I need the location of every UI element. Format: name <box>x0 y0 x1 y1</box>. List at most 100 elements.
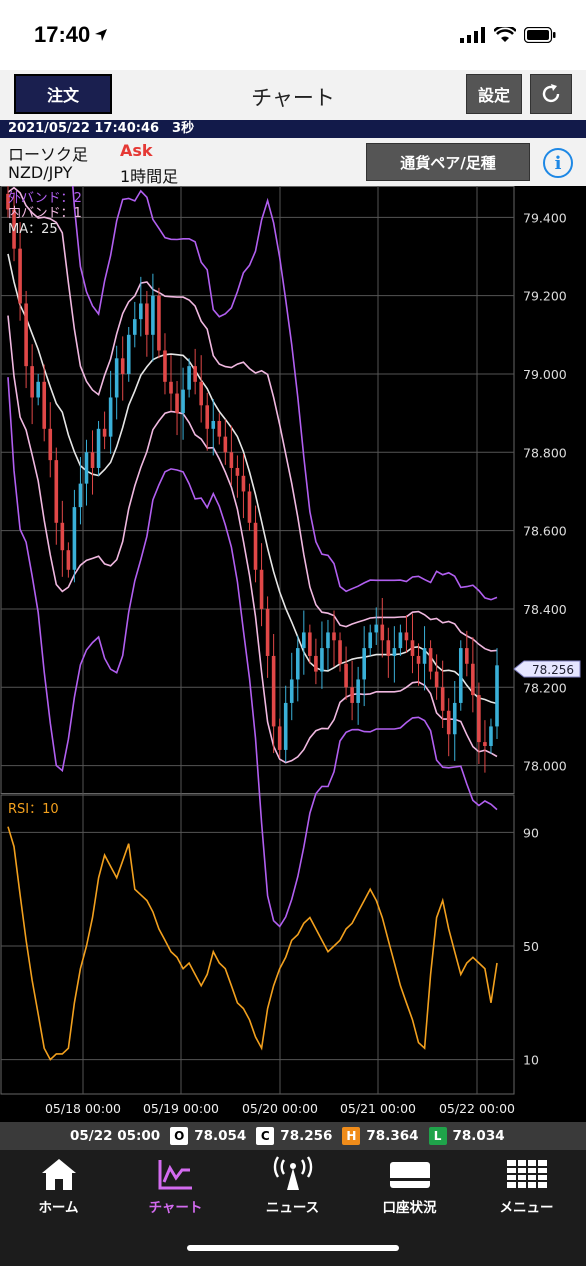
candle-body <box>108 397 113 437</box>
rsi-tick-label: 10 <box>523 1053 539 1068</box>
candle-body <box>175 393 179 414</box>
candle-body <box>489 726 493 747</box>
pair-timeframe-button[interactable]: 通貨ペア/足種 <box>366 143 530 181</box>
datetime-bar: 2021/05/22 17:40:46 3秒 <box>0 120 586 138</box>
low-tag: L <box>428 1127 447 1145</box>
candle-body <box>483 742 487 747</box>
status-bar: 17:40 <box>0 0 586 70</box>
low-value: 78.034 <box>452 1128 505 1144</box>
price-side-label[interactable]: Ask <box>120 141 153 160</box>
candle-body <box>169 381 173 394</box>
tab-chart[interactable]: チャート <box>117 1156 234 1220</box>
candle-body <box>193 366 197 382</box>
candle-body <box>241 475 246 492</box>
candle-body <box>181 389 185 414</box>
tab-account[interactable]: 口座状況 <box>351 1156 468 1220</box>
settings-button[interactable]: 設定 <box>466 74 522 114</box>
chart-icon <box>158 1160 192 1190</box>
ohlc-time: 05/22 05:00 <box>70 1128 161 1144</box>
current-price-marker: 78.256 <box>513 660 581 678</box>
tab-home-label: ホーム <box>38 1200 79 1216</box>
candle-body <box>338 640 342 664</box>
price-tick-label: 78.600 <box>523 524 567 539</box>
ohlc-bar: 05/22 05:00 O 78.054 C 78.256 H 78.364 L… <box>0 1122 586 1150</box>
candle-body <box>422 648 427 664</box>
candle-body <box>283 702 288 750</box>
candle-body <box>253 522 258 570</box>
ma-legend: MA：25 <box>8 222 58 237</box>
candle-body <box>289 679 294 703</box>
outer-band-legend: 外バンド：2 <box>8 191 82 206</box>
open-value: 78.054 <box>194 1128 247 1144</box>
candle-body <box>271 655 276 727</box>
candle-body <box>139 303 143 320</box>
candle-body <box>223 436 228 453</box>
candle-body <box>96 428 101 468</box>
info-button[interactable]: i <box>543 148 573 178</box>
candle-body <box>18 248 22 304</box>
time-tick-label: 05/18 00:00 <box>45 1101 121 1116</box>
candle-body <box>163 350 167 382</box>
candle-body <box>217 420 222 437</box>
price-tick-label: 78.200 <box>523 680 567 695</box>
candle-body <box>114 358 119 398</box>
menu-icon <box>506 1160 547 1188</box>
candle-body <box>416 655 421 664</box>
time-tick-label: 05/20 00:00 <box>242 1101 318 1116</box>
candle-body <box>362 648 366 680</box>
tab-news[interactable]: ニュース <box>234 1156 351 1220</box>
time-tick-label: 05/19 00:00 <box>143 1101 219 1116</box>
tab-menu[interactable]: メニュー <box>468 1156 585 1220</box>
candle-body <box>157 295 161 351</box>
candle-body <box>259 569 264 609</box>
candle-body <box>368 632 373 649</box>
home-indicator <box>187 1245 399 1251</box>
tab-home[interactable]: ホーム <box>0 1156 117 1220</box>
chart-type-label[interactable]: ローソク足 <box>8 141 88 165</box>
price-tick-label: 78.400 <box>523 602 567 617</box>
candle-body <box>30 366 34 398</box>
candle-body <box>332 632 336 641</box>
candle-body <box>102 428 107 437</box>
news-icon <box>273 1156 312 1190</box>
wifi-icon <box>494 27 516 42</box>
header: 注文 チャート 設定 <box>0 70 586 120</box>
candle-body <box>66 550 71 570</box>
price-tick-label: 78.800 <box>523 445 567 460</box>
candle-body <box>302 632 306 649</box>
candle-body <box>60 522 65 551</box>
candle-body <box>374 624 379 633</box>
close-value: 78.256 <box>280 1128 333 1144</box>
candle-body <box>404 632 409 641</box>
candle-body <box>446 710 451 735</box>
candle-body <box>277 726 282 750</box>
refresh-button[interactable] <box>530 74 572 114</box>
candle-body <box>145 303 149 335</box>
candle-body <box>471 663 475 696</box>
time-axis: 05/18 00:00 05/19 00:00 05/20 00:00 05/21 0… <box>45 1101 515 1116</box>
candle-body <box>132 319 137 335</box>
candle-body <box>428 648 433 672</box>
candle-body <box>151 295 155 335</box>
candle-body <box>495 665 499 727</box>
chart-info: ローソク足 Ask NZD/JPY 1時間足 通貨ペア/足種 i <box>0 138 586 186</box>
candle-body <box>72 507 77 570</box>
candle-body <box>120 358 125 374</box>
candle-body <box>386 640 391 656</box>
candle-body <box>344 663 348 688</box>
tab-chart-label: チャート <box>148 1200 203 1216</box>
price-tick-label: 79.400 <box>523 210 567 225</box>
candle-body <box>398 632 403 649</box>
battery-icon <box>524 27 556 43</box>
high-tag: H <box>342 1127 361 1145</box>
chart-background <box>0 186 586 1122</box>
price-chart[interactable]: 79.400 79.200 79.000 78.800 78.600 78.400 78.2… <box>0 186 586 1122</box>
candle-body <box>410 640 415 656</box>
candle-body <box>36 381 40 398</box>
candle-body <box>314 655 318 672</box>
close-tag: C <box>256 1127 275 1145</box>
candle-body <box>326 632 330 649</box>
candle-body <box>187 366 191 390</box>
candle-body <box>205 405 210 429</box>
candle-body <box>84 452 89 484</box>
